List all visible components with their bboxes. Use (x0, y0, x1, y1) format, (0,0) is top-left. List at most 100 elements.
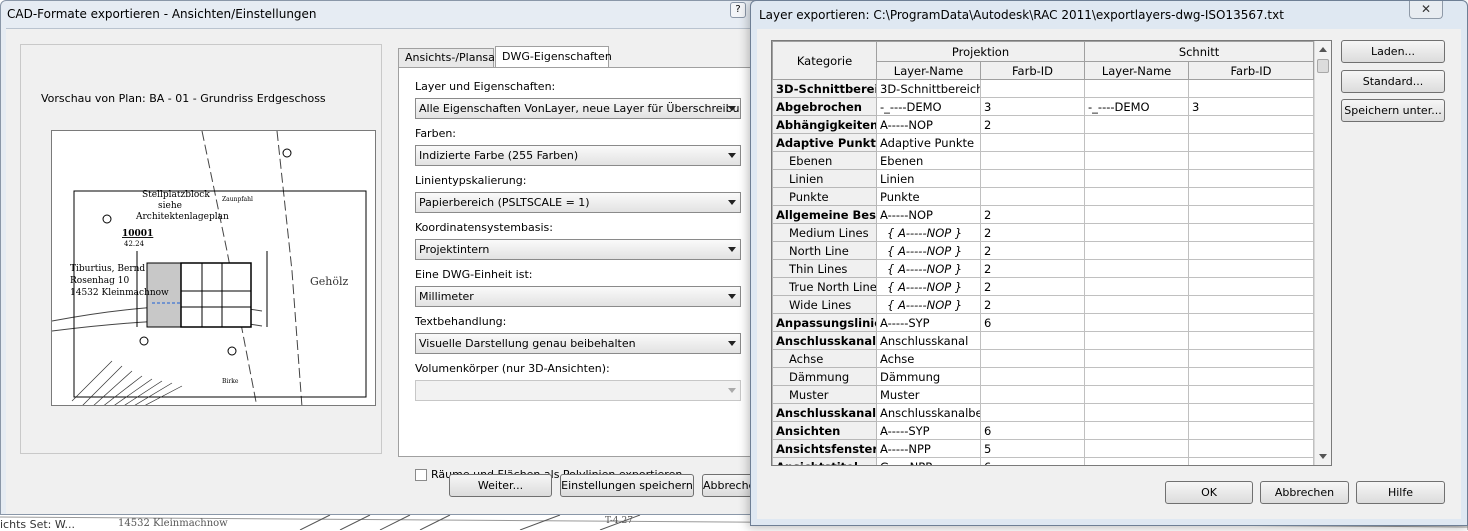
projection-color-cell[interactable] (979, 331, 1086, 350)
table-row[interactable]: Punkte Punkte (772, 187, 1315, 206)
projection-layer-cell[interactable]: Linien (876, 169, 981, 188)
help-dialog-button[interactable]: Hilfe (1356, 481, 1445, 504)
projection-color-cell[interactable] (979, 169, 1086, 188)
cut-layer-cell[interactable] (1084, 313, 1190, 332)
column-header-projection-layer[interactable]: Layer-Name (876, 61, 981, 80)
projection-layer-cell[interactable]: Adaptive Punkte (876, 133, 981, 152)
projection-layer-cell[interactable]: { A-----NOP } (876, 277, 981, 296)
projection-color-cell[interactable]: 2 (979, 259, 1086, 278)
layer-table-scrollbar[interactable] (1314, 41, 1331, 465)
cut-color-cell[interactable] (1188, 457, 1315, 465)
cut-color-cell[interactable] (1188, 349, 1315, 368)
table-row[interactable]: Allgemeine BeschA-----NOP2 (772, 205, 1315, 224)
cut-color-cell[interactable]: 3 (1188, 97, 1315, 116)
cut-color-cell[interactable] (1188, 205, 1315, 224)
table-row[interactable]: Achse Achse (772, 349, 1315, 368)
coordinate-system-select[interactable]: Projektintern (415, 239, 741, 260)
cut-layer-cell[interactable] (1084, 367, 1190, 386)
projection-color-cell[interactable] (979, 133, 1086, 152)
projection-layer-cell[interactable]: Punkte (876, 187, 981, 206)
projection-layer-cell[interactable]: A-----SYP (876, 421, 981, 440)
help-button[interactable]: ? (730, 2, 746, 18)
cut-color-cell[interactable] (1188, 151, 1315, 170)
cut-layer-cell[interactable] (1084, 349, 1190, 368)
projection-color-cell[interactable] (979, 151, 1086, 170)
projection-color-cell[interactable] (979, 367, 1086, 386)
cut-layer-cell[interactable] (1084, 115, 1190, 134)
projection-layer-cell[interactable]: Anschlusskanal (876, 331, 981, 350)
cancel-button[interactable]: Abbrechen (1260, 481, 1349, 504)
next-button[interactable]: Weiter... (449, 474, 552, 497)
dwg-unit-select[interactable]: Millimeter (415, 286, 741, 307)
projection-layer-cell[interactable]: Ebenen (876, 151, 981, 170)
table-row[interactable]: Medium Lines{ A-----NOP } 2 (772, 223, 1315, 242)
cut-layer-cell[interactable] (1084, 403, 1190, 422)
cut-color-cell[interactable] (1188, 295, 1315, 314)
projection-layer-cell[interactable]: { A-----NOP } (876, 223, 981, 242)
projection-color-cell[interactable] (979, 187, 1086, 206)
cut-color-cell[interactable] (1188, 277, 1315, 296)
cut-layer-cell[interactable] (1084, 331, 1190, 350)
cut-layer-cell[interactable] (1084, 457, 1190, 465)
column-header-kategorie[interactable]: Kategorie (772, 41, 877, 80)
cut-color-cell[interactable] (1188, 385, 1315, 404)
cut-color-cell[interactable] (1188, 259, 1315, 278)
cut-layer-cell[interactable] (1084, 421, 1190, 440)
projection-layer-cell[interactable]: A-----NOP (876, 205, 981, 224)
projection-layer-cell[interactable]: { A-----NOP } (876, 259, 981, 278)
projection-color-cell[interactable]: 2 (979, 223, 1086, 242)
layer-properties-select[interactable]: Alle Eigenschaften VonLayer, neue Layer … (415, 98, 741, 119)
projection-layer-cell[interactable]: A-----NPP (876, 439, 981, 458)
projection-color-cell[interactable]: 2 (979, 115, 1086, 134)
cut-layer-cell[interactable] (1084, 241, 1190, 260)
table-row[interactable]: Anpassungslinie A-----SYP 6 (772, 313, 1315, 332)
table-row[interactable]: AnsichtstitelG-----NPP6 (772, 457, 1315, 465)
projection-layer-cell[interactable]: { A-----NOP } (876, 295, 981, 314)
cut-color-cell[interactable] (1188, 439, 1315, 458)
cut-layer-cell[interactable] (1084, 385, 1190, 404)
text-handling-select[interactable]: Visuelle Darstellung genau beibehalten (415, 333, 741, 354)
tab-dwg-eigenschaften[interactable]: DWG-Eigenschaften (495, 46, 612, 68)
table-row[interactable]: True North Line{ A-----NOP } 2 (772, 277, 1315, 296)
cut-layer-cell[interactable] (1084, 295, 1190, 314)
cut-layer-cell[interactable] (1084, 259, 1190, 278)
cut-color-cell[interactable] (1188, 367, 1315, 386)
linetype-scale-select[interactable]: Papierbereich (PSLTSCALE = 1) (415, 192, 741, 213)
cut-layer-cell[interactable] (1084, 223, 1190, 242)
projection-layer-cell[interactable]: Muster (876, 385, 981, 404)
cut-color-cell[interactable] (1188, 313, 1315, 332)
cut-layer-cell[interactable] (1084, 133, 1190, 152)
projection-color-cell[interactable] (979, 403, 1086, 422)
cut-color-cell[interactable] (1188, 331, 1315, 350)
projection-layer-cell[interactable]: Anschlusskanalbe (876, 403, 981, 422)
cut-color-cell[interactable] (1188, 403, 1315, 422)
cut-color-cell[interactable] (1188, 115, 1315, 134)
column-header-cut-color[interactable]: Farb-ID (1188, 61, 1315, 80)
projection-layer-cell[interactable]: A-----NOP (876, 115, 981, 134)
save-as-button[interactable]: Speichern unter... (1341, 99, 1445, 122)
cut-color-cell[interactable] (1188, 421, 1315, 440)
scroll-thumb[interactable] (1317, 59, 1329, 73)
projection-color-cell[interactable] (979, 349, 1086, 368)
table-row[interactable]: AnschlusskanalbeAnschlusskanalbe (772, 403, 1315, 422)
projection-color-cell[interactable]: 6 (979, 457, 1086, 465)
ok-button[interactable]: OK (1165, 481, 1253, 504)
cut-layer-cell[interactable] (1084, 277, 1190, 296)
rooms-polylines-checkbox[interactable] (415, 468, 427, 481)
table-row[interactable]: Muster Muster (772, 385, 1315, 404)
cut-layer-cell[interactable] (1084, 439, 1190, 458)
table-row[interactable]: Ansichtsfenster A-----NPP 5 (772, 439, 1315, 458)
projection-color-cell[interactable]: 2 (979, 205, 1086, 224)
table-row[interactable]: North Line{ A-----NOP } 2 (772, 241, 1315, 260)
layer-table[interactable]: Kategorie Projektion Schnitt Layer-Name … (771, 40, 1332, 466)
table-row[interactable]: Anschlusskanal Anschlusskanal (772, 331, 1315, 350)
table-row[interactable]: Adaptive Punkte Adaptive Punkte (772, 133, 1315, 152)
cut-color-cell[interactable] (1188, 223, 1315, 242)
column-header-cut-layer[interactable]: Layer-Name (1084, 61, 1190, 80)
cut-layer-cell[interactable] (1084, 79, 1190, 98)
cut-color-cell[interactable] (1188, 169, 1315, 188)
projection-color-cell[interactable]: 6 (979, 421, 1086, 440)
projection-layer-cell[interactable]: 3D-Schnittbereich (876, 79, 981, 98)
projection-color-cell[interactable]: 2 (979, 277, 1086, 296)
projection-layer-cell[interactable]: G-----NPP (876, 457, 981, 465)
